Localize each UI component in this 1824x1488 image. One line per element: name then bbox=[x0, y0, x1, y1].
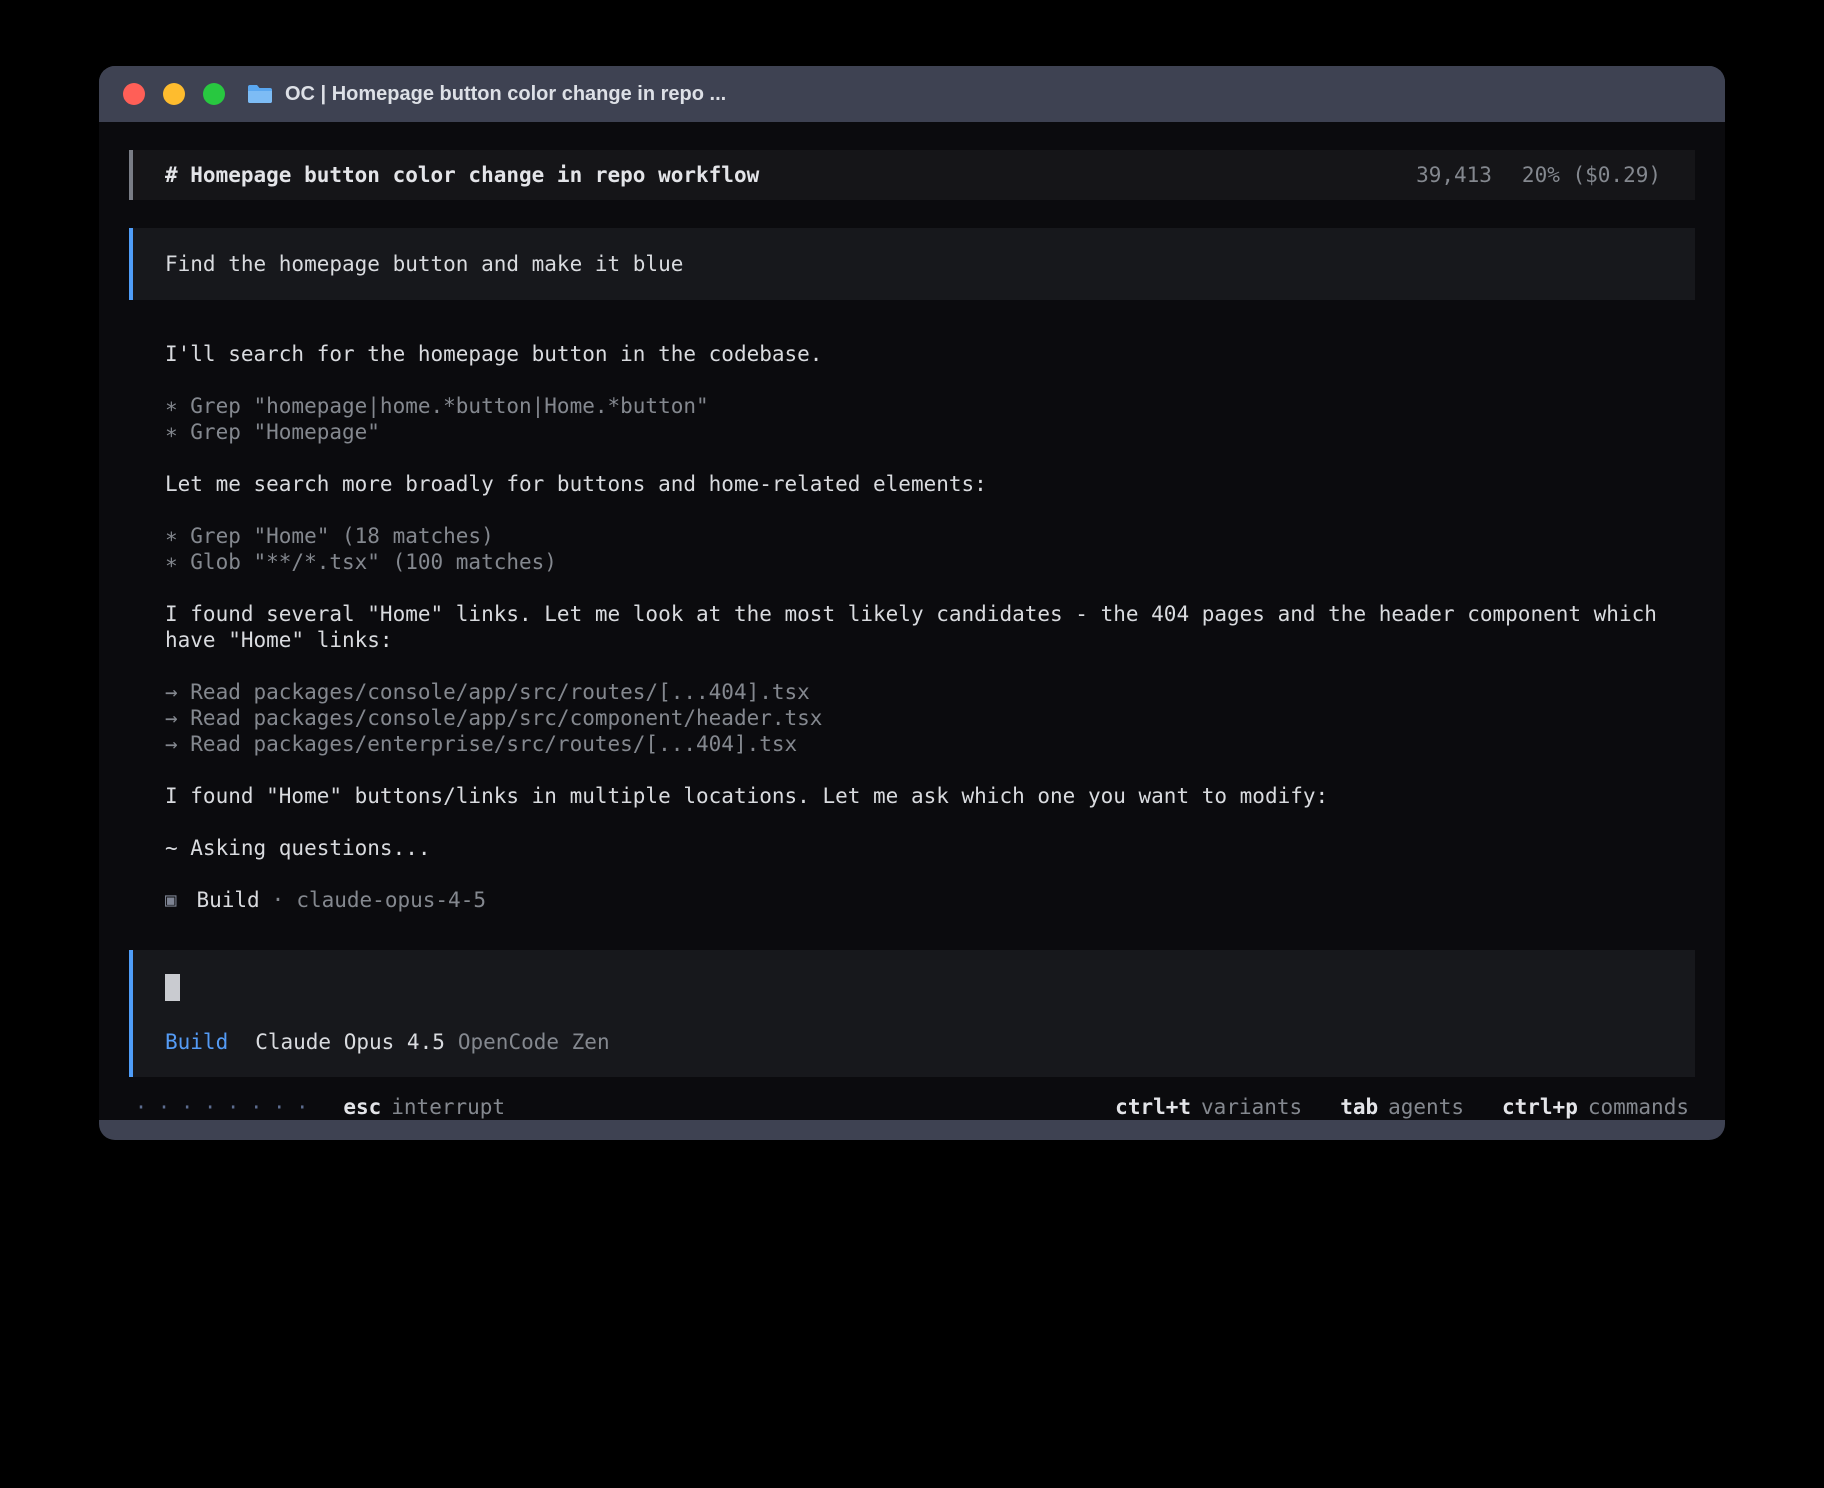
spinner-icon: ········ bbox=[135, 1094, 319, 1120]
assistant-text: I found several "Home" links. Let me loo… bbox=[165, 601, 1659, 653]
status-right: ctrl+t variants tab agents ctrl+p comman… bbox=[1115, 1094, 1689, 1120]
shortcut-commands[interactable]: ctrl+p commands bbox=[1502, 1094, 1689, 1120]
agent-badge: ▣ Build · claude-opus-4-5 bbox=[165, 887, 1659, 913]
terminal-window: OC | Homepage button color change in rep… bbox=[99, 66, 1725, 1140]
tool-call-read: → Read packages/enterprise/src/routes/[.… bbox=[165, 731, 1659, 757]
minimize-button[interactable] bbox=[163, 83, 185, 105]
provider-name: OpenCode Zen bbox=[458, 1029, 610, 1055]
tool-call-glob: ∗ Glob "**/*.tsx" (100 matches) bbox=[165, 549, 1659, 575]
key-ctrl-t: ctrl+t bbox=[1115, 1094, 1191, 1120]
context-cost: 20% ($0.29) bbox=[1522, 162, 1661, 188]
working-status: ~ Asking questions... bbox=[165, 835, 1659, 861]
close-button[interactable] bbox=[123, 83, 145, 105]
token-count: 39,413 bbox=[1416, 162, 1492, 188]
session-stats: 39,413 20% ($0.29) bbox=[1416, 162, 1661, 188]
zoom-button[interactable] bbox=[203, 83, 225, 105]
tool-call-grep: ∗ Grep "Home" (18 matches) bbox=[165, 523, 1659, 549]
key-ctrl-p: ctrl+p bbox=[1502, 1094, 1578, 1120]
user-message: Find the homepage button and make it blu… bbox=[129, 228, 1695, 300]
model-name[interactable]: Claude Opus 4.5 bbox=[255, 1029, 445, 1055]
key-tab: tab bbox=[1340, 1094, 1378, 1120]
agent-name: Build bbox=[196, 887, 259, 913]
shortcut-interrupt[interactable]: esc interrupt bbox=[343, 1094, 505, 1120]
shortcut-variants[interactable]: ctrl+t variants bbox=[1115, 1094, 1302, 1120]
session-title: # Homepage button color change in repo w… bbox=[165, 162, 759, 188]
agent-model: claude-opus-4-5 bbox=[296, 887, 486, 913]
status-bar: ········ esc interrupt ctrl+t variants t… bbox=[129, 1094, 1695, 1120]
folder-icon bbox=[247, 83, 273, 105]
agent-separator: · bbox=[272, 887, 285, 913]
label-variants: variants bbox=[1201, 1094, 1302, 1120]
agent-icon: ▣ bbox=[165, 887, 176, 913]
key-esc: esc bbox=[343, 1094, 381, 1120]
session-header: # Homepage button color change in repo w… bbox=[129, 150, 1695, 200]
titlebar[interactable]: OC | Homepage button color change in rep… bbox=[99, 66, 1725, 122]
tool-call-group: ∗ Grep "Home" (18 matches) ∗ Glob "**/*.… bbox=[165, 523, 1659, 575]
status-left: ········ esc interrupt bbox=[135, 1094, 505, 1120]
label-commands: commands bbox=[1588, 1094, 1689, 1120]
prompt-input[interactable]: Build Claude Opus 4.5 OpenCode Zen bbox=[129, 950, 1695, 1077]
assistant-text: I'll search for the homepage button in t… bbox=[165, 341, 1659, 367]
title-group: OC | Homepage button color change in rep… bbox=[247, 83, 726, 106]
assistant-text: I found "Home" buttons/links in multiple… bbox=[165, 783, 1659, 809]
traffic-lights bbox=[123, 83, 225, 105]
shortcut-agents[interactable]: tab agents bbox=[1340, 1094, 1464, 1120]
tool-call-group: → Read packages/console/app/src/routes/[… bbox=[165, 679, 1659, 757]
text-cursor bbox=[165, 974, 180, 1001]
tool-call-grep: ∗ Grep "Homepage" bbox=[165, 419, 1659, 445]
tool-call-read: → Read packages/console/app/src/routes/[… bbox=[165, 679, 1659, 705]
chat-transcript: I'll search for the homepage button in t… bbox=[129, 341, 1695, 913]
tool-call-grep: ∗ Grep "homepage|home.*button|Home.*butt… bbox=[165, 393, 1659, 419]
window-title: OC | Homepage button color change in rep… bbox=[285, 83, 726, 106]
label-agents: agents bbox=[1388, 1094, 1464, 1120]
label-interrupt: interrupt bbox=[391, 1094, 505, 1120]
model-line: Build Claude Opus 4.5 OpenCode Zen bbox=[165, 1029, 1663, 1055]
terminal-content: # Homepage button color change in repo w… bbox=[99, 122, 1725, 1120]
user-message-text: Find the homepage button and make it blu… bbox=[165, 251, 683, 277]
tool-call-read: → Read packages/console/app/src/componen… bbox=[165, 705, 1659, 731]
mode-label[interactable]: Build bbox=[165, 1029, 228, 1055]
assistant-text: Let me search more broadly for buttons a… bbox=[165, 471, 1659, 497]
tool-call-group: ∗ Grep "homepage|home.*button|Home.*butt… bbox=[165, 393, 1659, 445]
